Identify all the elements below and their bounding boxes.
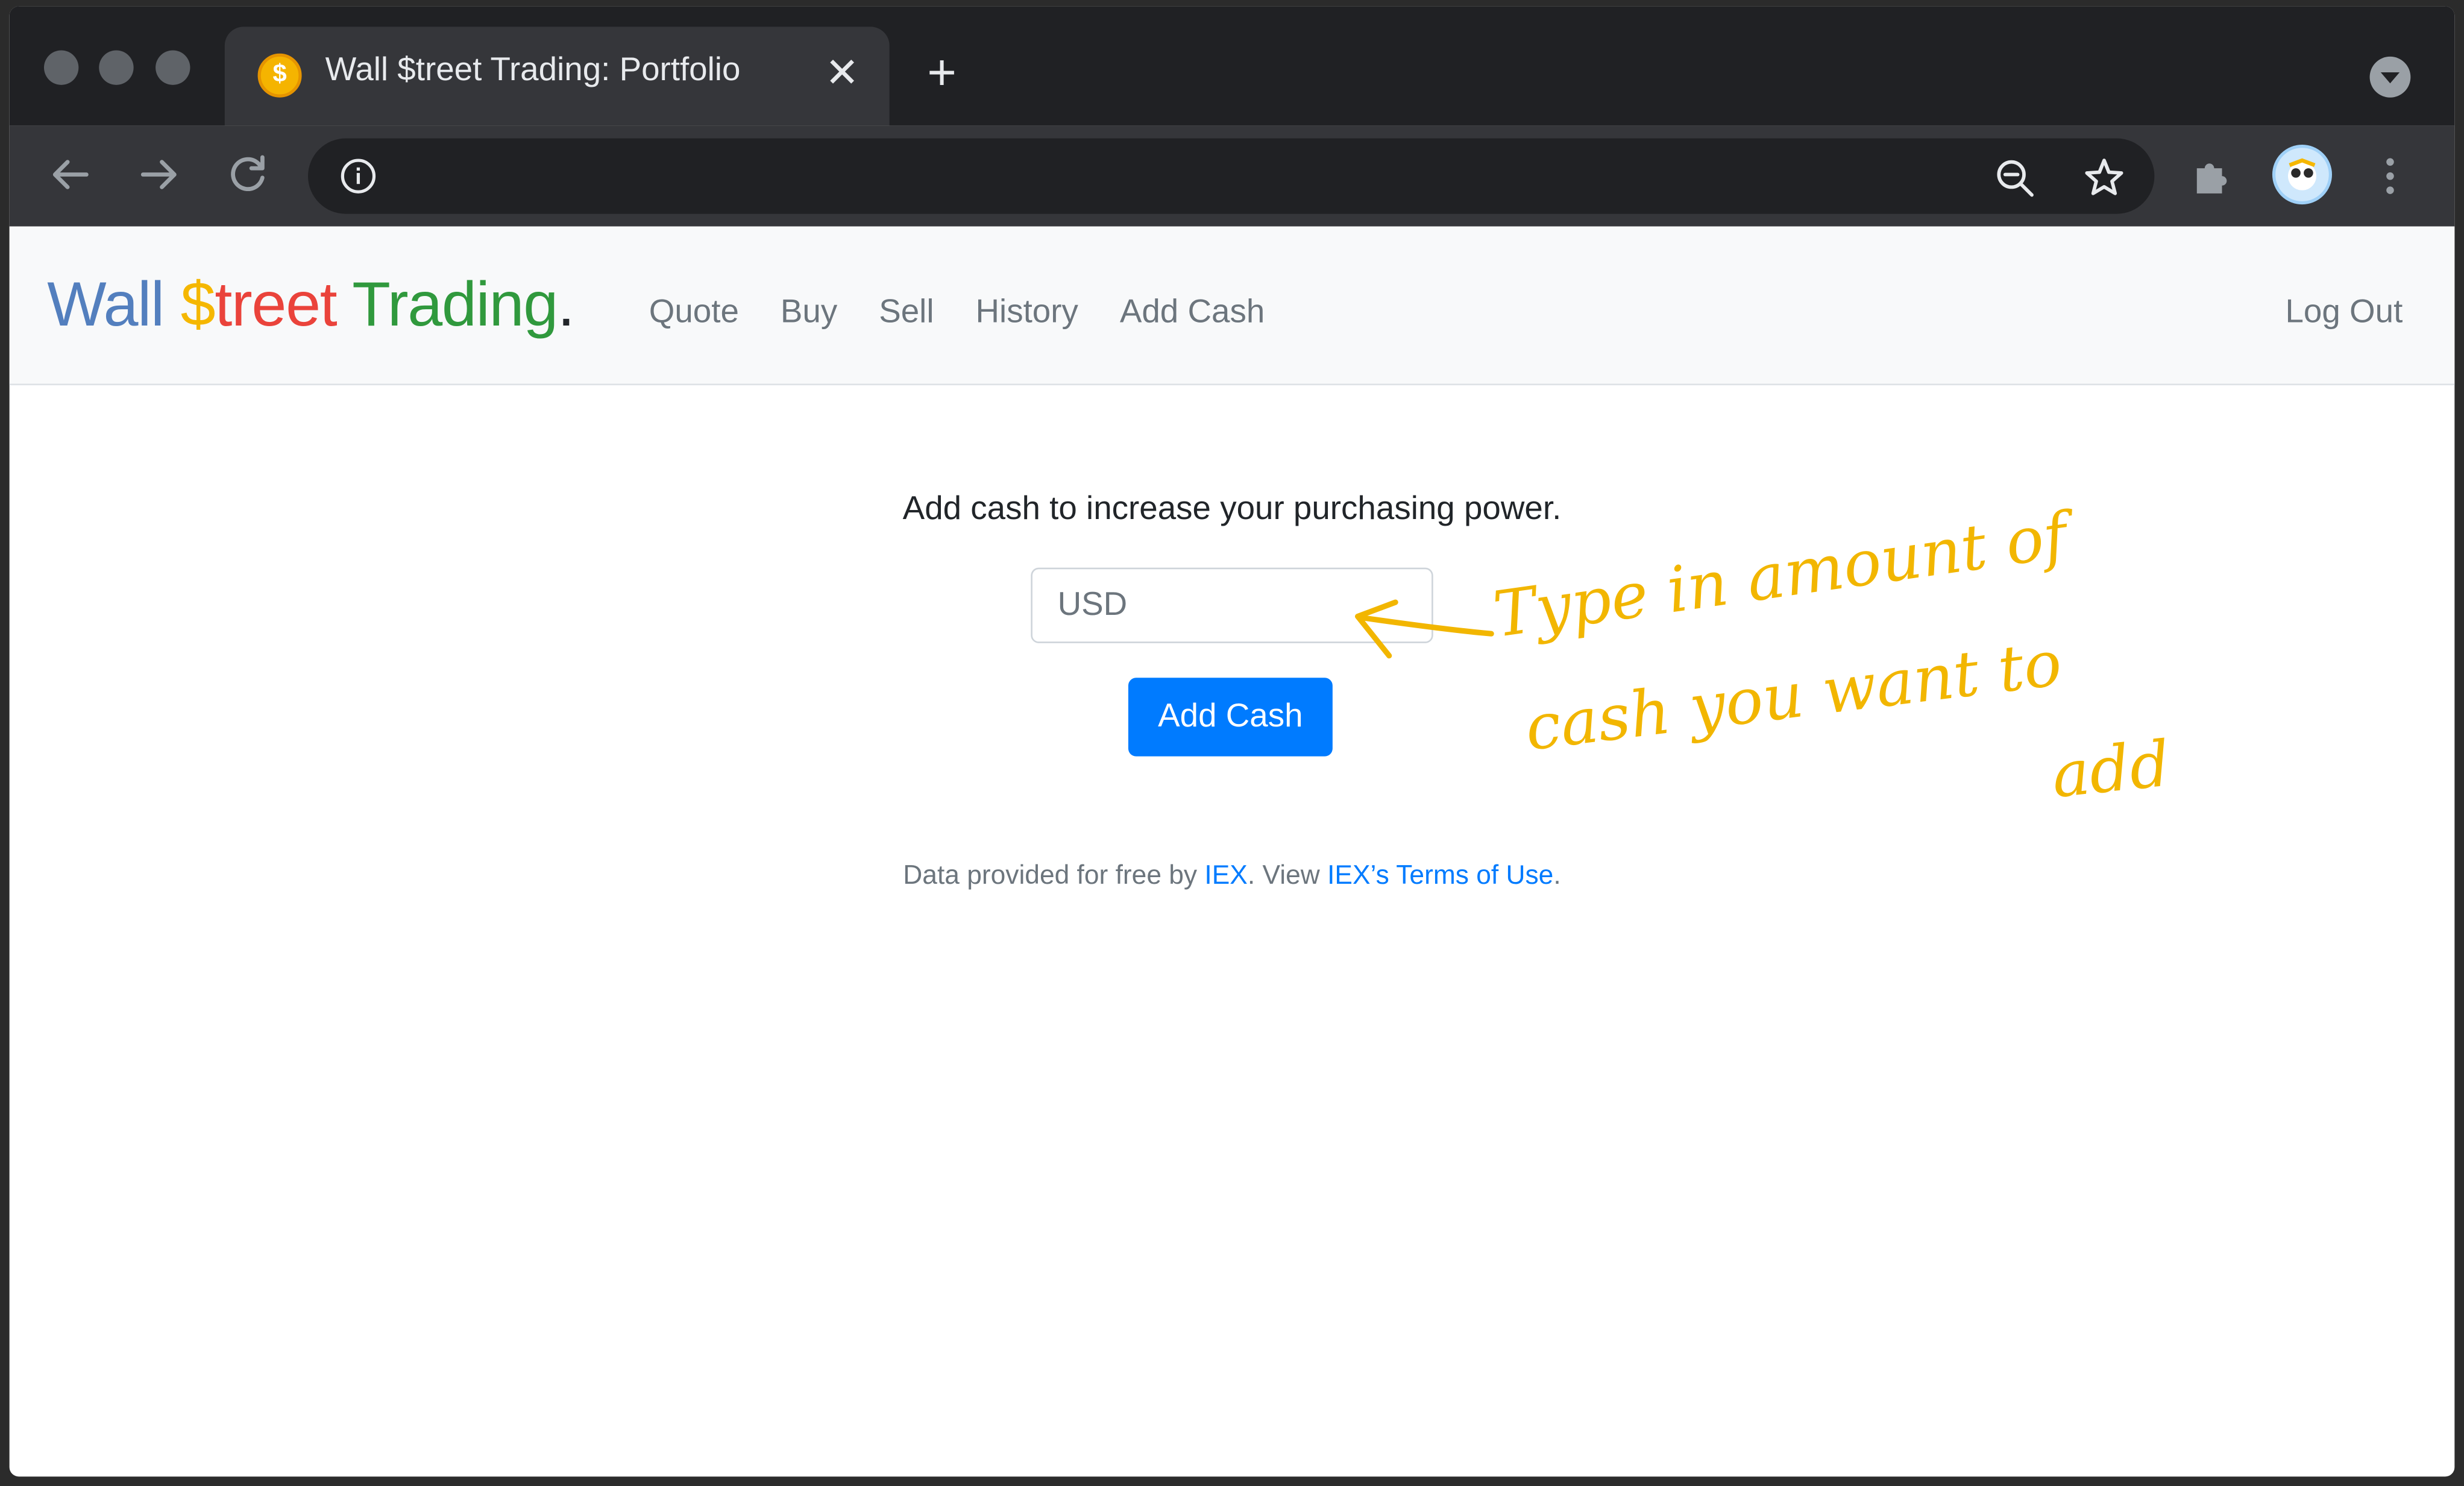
logout-link[interactable]: Log Out <box>2285 294 2403 332</box>
site-navbar: Wall $treet Trading. Quote Buy Sell Hist… <box>9 226 2455 386</box>
new-tab-icon[interactable]: + <box>927 44 957 101</box>
forward-arrow-icon[interactable] <box>132 148 186 201</box>
brand-period: . <box>557 270 575 340</box>
annotation-arrow-icon <box>1355 599 1494 659</box>
favicon-icon: $ <box>257 53 302 98</box>
browser-toolbar <box>9 125 2455 227</box>
brand-logo[interactable]: Wall $treet Trading. <box>47 270 575 341</box>
add-cash-button[interactable]: Add Cash <box>1128 678 1333 757</box>
address-bar[interactable] <box>308 138 2155 214</box>
tab-strip: $ Wall $treet Trading: Portfolio ✕ + <box>9 6 2455 126</box>
more-menu-icon[interactable] <box>2379 154 2401 198</box>
footer-attribution: Data provided for free by IEX. View IEX’… <box>10 860 2455 892</box>
active-tab[interactable]: $ Wall $treet Trading: Portfolio ✕ <box>224 27 890 126</box>
nav-link-quote[interactable]: Quote <box>649 294 739 332</box>
footer-text-2: . View <box>1247 860 1328 890</box>
nav-link-buy[interactable]: Buy <box>781 294 837 332</box>
browser-window-backdrop: $ Wall $treet Trading: Portfolio ✕ + Wal… <box>0 0 2464 1486</box>
brand-wall: Wall <box>47 270 165 340</box>
brand-dollar: $ <box>180 270 216 340</box>
zoom-out-icon[interactable] <box>1994 157 2035 198</box>
reload-icon[interactable] <box>222 148 275 201</box>
bookmark-star-icon[interactable] <box>2082 156 2126 200</box>
extensions-puzzle-icon[interactable] <box>2190 154 2234 198</box>
site-info-icon[interactable] <box>339 157 377 195</box>
profile-avatar-icon[interactable] <box>2272 144 2332 205</box>
tab-title: Wall $treet Trading: Portfolio <box>325 52 741 89</box>
intro-text: Add cash to increase your purchasing pow… <box>902 490 1562 527</box>
minimize-window-dot[interactable] <box>99 50 134 85</box>
tab-search-icon[interactable] <box>2369 56 2411 98</box>
browser-window: $ Wall $treet Trading: Portfolio ✕ + Wal… <box>9 6 2455 1477</box>
nav-link-history[interactable]: History <box>976 294 1078 332</box>
footer-text-1: Data provided for free by <box>903 860 1205 890</box>
nav-link-sell[interactable]: Sell <box>879 294 934 332</box>
screenshot-frame: $ Wall $treet Trading: Portfolio ✕ + Wal… <box>0 0 2464 1486</box>
iex-terms-link[interactable]: IEX’s Terms of Use <box>1327 860 1553 890</box>
maximize-window-dot[interactable] <box>156 50 190 85</box>
annotation-line-2: cash you want to <box>1521 628 2066 766</box>
brand-trading: Trading <box>352 270 558 340</box>
annotation-line-3: add <box>2048 728 2173 813</box>
brand-treet: treet <box>215 270 337 340</box>
close-window-dot[interactable] <box>44 50 79 85</box>
close-tab-icon[interactable]: ✕ <box>825 49 860 96</box>
nav-links: Quote Buy Sell History Add Cash <box>649 294 1300 332</box>
back-arrow-icon[interactable] <box>44 148 98 201</box>
nav-link-add-cash[interactable]: Add Cash <box>1120 294 1265 332</box>
iex-link[interactable]: IEX <box>1204 860 1247 890</box>
footer-text-3: . <box>1553 860 1561 890</box>
